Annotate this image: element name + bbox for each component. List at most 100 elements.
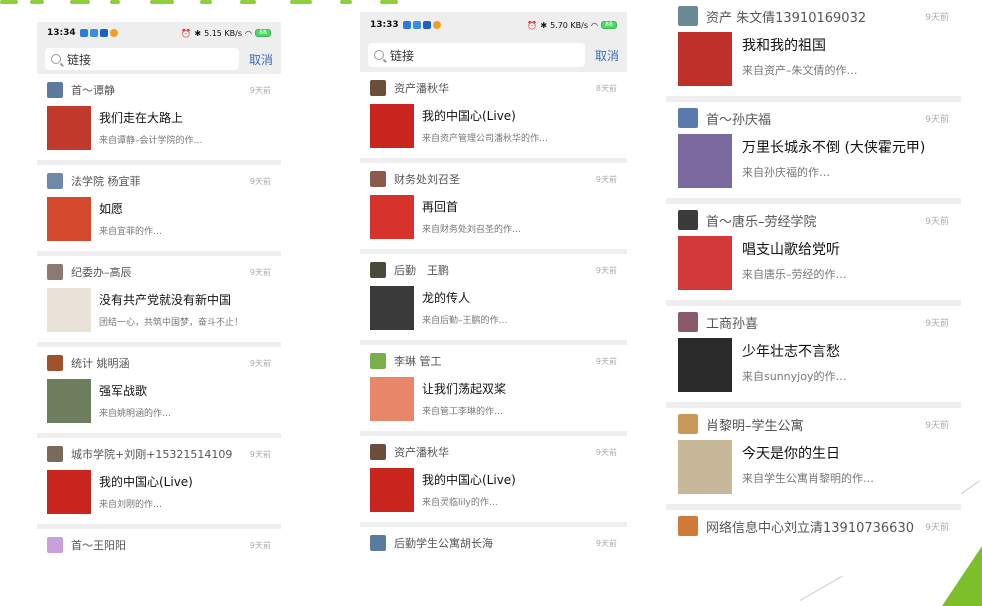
link-thumbnail [47, 106, 91, 150]
avatar[interactable] [47, 537, 63, 553]
battery-icon: 88 [601, 21, 617, 29]
list-item[interactable]: 资产潘秋华 8天前 我的中国心(Live) 来自资产管理公司潘秋华的作… [360, 72, 627, 158]
timestamp: 9天前 [249, 176, 271, 186]
sender-name: 李琳 管工 [394, 355, 442, 368]
phone-screenshot-left: 13:34 ⏰ ✱ 5.15 KB/s ◠ 88 链接 取消 首～谭静 9天前 我们… [37, 22, 281, 566]
avatar[interactable] [678, 414, 698, 434]
sender-name: 首～唐乐–劳经学院 [706, 214, 817, 230]
list-item[interactable]: 后勤学生公寓胡长海 9天前 [360, 527, 627, 553]
cancel-button[interactable]: 取消 [595, 47, 619, 64]
link-title: 让我们荡起双桨 [422, 382, 507, 396]
link-card[interactable]: 少年壮志不言愁 来自sunnyjoy的作… [678, 338, 949, 392]
list-item[interactable]: 工商孙喜 9天前少年壮志不言愁 来自sunnyjoy的作… [666, 306, 961, 402]
link-title: 龙的传人 [422, 291, 471, 305]
avatar[interactable] [370, 353, 386, 369]
avatar[interactable] [370, 171, 386, 187]
list-item[interactable]: 首～谭静 9天前我们走在大路上 来自谭静–会计学院的作… [37, 74, 281, 160]
search-icon [374, 50, 384, 60]
link-card[interactable]: 让我们荡起双桨 来自管工李琳的作… [370, 377, 617, 421]
wifi-icon: ◠ [591, 20, 598, 30]
link-title: 万里长城永不倒 (大侠霍元甲) [742, 140, 926, 156]
list-item[interactable]: 李琳 管工 9天前 让我们荡起双桨 来自管工李琳的作… [360, 345, 627, 431]
app-notification-icon [432, 21, 441, 29]
sender-name: 法学院 杨宜菲 [71, 175, 141, 188]
list-item[interactable]: 资产潘秋华 9天前 我的中国心(Live) 来自灵临lily的作… [360, 436, 627, 522]
link-card[interactable]: 今天是你的生日 来自学生公寓肖黎明的作… [678, 440, 949, 494]
link-card[interactable]: 没有共产党就没有新中国 团结一心，共筑中国梦，奋斗不止！ [47, 288, 271, 332]
sender-name: 肖黎明–学生公寓 [706, 418, 804, 434]
avatar[interactable] [678, 108, 698, 128]
link-text: 再回首 来自财务处刘召圣的作… [422, 195, 521, 235]
link-source: 来自sunnyjoy的作… [742, 370, 847, 383]
avatar[interactable] [370, 535, 386, 551]
status-time: 13:34 [47, 28, 76, 38]
search-bar: 链接 取消 [37, 44, 281, 74]
link-card[interactable]: 我和我的祖国 来自资产–朱文倩的作… [678, 32, 949, 86]
avatar[interactable] [47, 355, 63, 371]
link-thumbnail [370, 468, 414, 512]
avatar[interactable] [370, 80, 386, 96]
search-input[interactable]: 链接 [368, 43, 585, 67]
sender-name: 资产潘秋华 [394, 82, 449, 95]
timestamp: 9天前 [595, 265, 617, 275]
link-source: 来自孙庆福的作… [742, 166, 830, 179]
avatar[interactable] [678, 516, 698, 536]
search-input[interactable]: 链接 [45, 48, 239, 70]
timestamp: 9天前 [249, 358, 271, 368]
avatar[interactable] [370, 262, 386, 278]
avatar[interactable] [47, 446, 63, 462]
avatar[interactable] [47, 82, 63, 98]
link-card[interactable]: 唱支山歌给党听 来自唐乐–劳经的作… [678, 236, 949, 290]
avatar[interactable] [370, 444, 386, 460]
list-item[interactable]: 肖黎明–学生公寓 9天前 今天是你的生日 来自学生公寓肖黎明的作… [666, 408, 961, 504]
avatar[interactable] [47, 173, 63, 189]
link-title: 我和我的祖国 [742, 38, 826, 54]
list-item-header: 工商孙喜 9天前 [678, 312, 949, 332]
alarm-icon: ⏰ [181, 28, 192, 38]
list-item[interactable]: 城市学院+刘刚+15321514109 9天前 我的中国心(Live) 来自刘刚的作… [37, 438, 281, 524]
list-item-header: 网络信息中心刘立清13910736630 9天前 [678, 516, 949, 536]
timestamp: 9天前 [249, 85, 271, 95]
link-title: 今天是你的生日 [742, 446, 840, 462]
link-text: 我的中国心(Live) 来自刘刚的作… [99, 470, 193, 510]
avatar[interactable] [678, 210, 698, 230]
timestamp: 9天前 [595, 174, 617, 184]
sender-name: 工商孙喜 [706, 316, 759, 332]
app-notification-icon [79, 29, 88, 37]
list-item[interactable]: 纪委办–高辰 9天前没有共产党就没有新中国 团结一心，共筑中国梦，奋斗不止！ [37, 256, 281, 342]
list-item[interactable]: 首～孙庆福 9天前 万里长城永不倒 (大侠霍元甲) 来自孙庆福的作… [666, 102, 961, 198]
link-text: 我们走在大路上 来自谭静–会计学院的作… [99, 106, 203, 146]
link-text: 我的中国心(Live) 来自资产管理公司潘秋华的作… [422, 104, 548, 144]
link-card[interactable]: 我们走在大路上 来自谭静–会计学院的作… [47, 106, 271, 150]
cancel-button[interactable]: 取消 [249, 51, 273, 68]
list-item-header: 纪委办–高辰 9天前 [47, 262, 271, 282]
list-item[interactable]: 网络信息中心刘立清13910736630 9天前 [666, 510, 961, 536]
list-item[interactable]: 首～唐乐–劳经学院 9天前 唱支山歌给党听 来自唐乐–劳经的作… [666, 204, 961, 300]
list-item[interactable]: 法学院 杨宜菲 9天前如愿 来自宜菲的作… [37, 165, 281, 251]
link-thumbnail [678, 440, 732, 494]
avatar[interactable] [678, 312, 698, 332]
list-item[interactable]: 统计 姚明涵 9天前 强军战歌 来自姚明涵的作… [37, 347, 281, 433]
decorative-strip [0, 0, 420, 6]
link-card[interactable]: 再回首 来自财务处刘召圣的作… [370, 195, 617, 239]
list-item-header: 首～谭静 9天前 [47, 80, 271, 100]
list-item[interactable]: 财务处刘召圣 9天前 再回首 来自财务处刘召圣的作… [360, 163, 627, 249]
list-item[interactable]: 资产 朱文倩13910169032 9天前 我和我的祖国 来自资产–朱文倩的作… [666, 0, 961, 96]
link-thumbnail [47, 470, 91, 514]
link-card[interactable]: 如愿 来自宜菲的作… [47, 197, 271, 241]
link-card[interactable]: 龙的传人 来自后勤–王鹏的作… [370, 286, 617, 330]
link-card[interactable]: 我的中国心(Live) 来自刘刚的作… [47, 470, 271, 514]
timestamp: 9天前 [595, 538, 617, 548]
list-item[interactable]: 后勤 王鹏 9天前 龙的传人 来自后勤–王鹏的作… [360, 254, 627, 340]
link-card[interactable]: 万里长城永不倒 (大侠霍元甲) 来自孙庆福的作… [678, 134, 949, 188]
list-item[interactable]: 首～王阳阳 9天前 [37, 529, 281, 555]
link-title: 我的中国心(Live) [422, 109, 516, 123]
link-card[interactable]: 我的中国心(Live) 来自资产管理公司潘秋华的作… [370, 104, 617, 148]
avatar[interactable] [678, 6, 698, 26]
link-card[interactable]: 强军战歌 来自姚明涵的作… [47, 379, 271, 423]
avatar[interactable] [47, 264, 63, 280]
alarm-icon: ⏰ [527, 20, 538, 30]
sender-name: 首～孙庆福 [706, 112, 772, 128]
link-thumbnail [370, 104, 414, 148]
link-card[interactable]: 我的中国心(Live) 来自灵临lily的作… [370, 468, 617, 512]
